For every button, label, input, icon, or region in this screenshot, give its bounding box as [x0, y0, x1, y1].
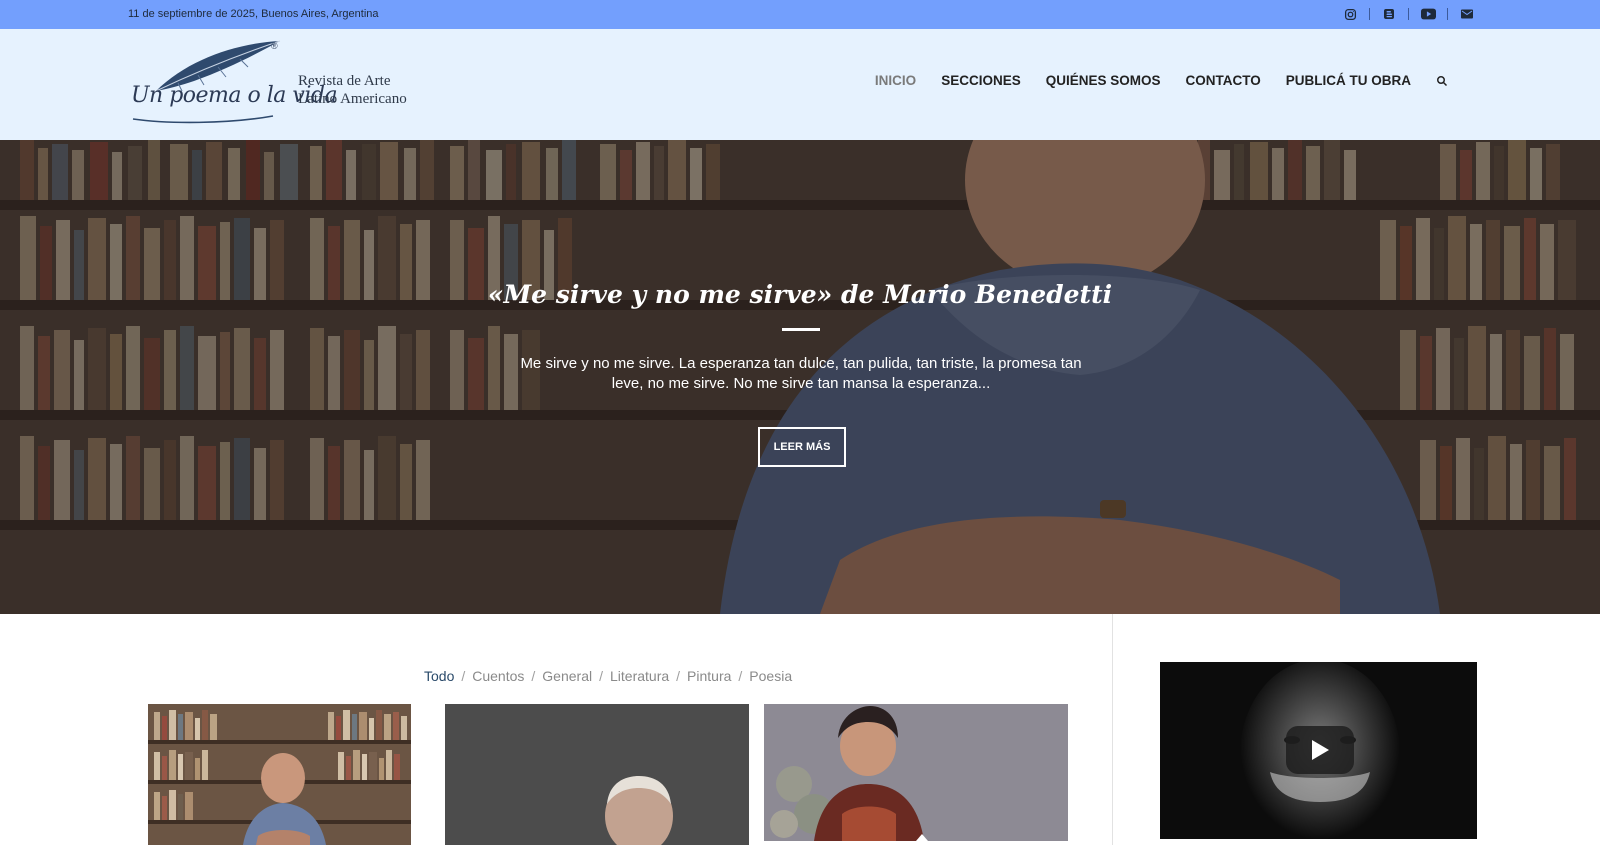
- divider: [1408, 8, 1409, 20]
- sidebar-video[interactable]: [1160, 662, 1477, 839]
- nav-item-inicio[interactable]: INICIO: [875, 73, 916, 88]
- tagline-line1: Revista de Arte: [298, 73, 391, 89]
- nav-item-contacto[interactable]: CONTACTO: [1186, 73, 1261, 88]
- filter-literatura[interactable]: Literatura: [610, 668, 669, 684]
- date-location: 11 de septiembre de 2025, Buenos Aires, …: [128, 8, 379, 20]
- post-card-image[interactable]: [764, 704, 1068, 841]
- nav-item-quienes-somos[interactable]: QUIÉNES SOMOS: [1046, 73, 1161, 88]
- post-thumbnail: [445, 704, 749, 845]
- play-icon[interactable]: [1286, 726, 1354, 774]
- post-card-image[interactable]: [148, 704, 411, 845]
- mail-icon[interactable]: [1459, 6, 1475, 22]
- divider: [1447, 8, 1448, 20]
- search-icon[interactable]: [1436, 74, 1450, 88]
- blog-icon[interactable]: [1381, 6, 1397, 22]
- filter-separator: /: [531, 668, 536, 684]
- sidebar-divider: [1112, 614, 1113, 845]
- logo-tagline: Revista de Arte Latino Americano: [298, 72, 407, 108]
- category-filter: Todo / Cuentos / General / Literatura / …: [424, 668, 792, 684]
- filter-general[interactable]: General: [542, 668, 592, 684]
- tagline-line2: Latino Americano: [298, 91, 407, 107]
- social-links: [1342, 6, 1475, 22]
- hero-title-divider: [782, 328, 820, 331]
- post-card-image[interactable]: [445, 704, 749, 845]
- post-thumbnail: [764, 704, 1068, 841]
- hero-excerpt: Me sirve y no me sirve. La esperanza tan…: [520, 355, 1082, 392]
- youtube-icon[interactable]: [1420, 6, 1436, 22]
- nav-item-secciones[interactable]: SECCIONES: [941, 73, 1021, 88]
- main-nav: INICIO SECCIONES QUIÉNES SOMOS CONTACTO …: [850, 73, 1450, 88]
- filter-separator: /: [676, 668, 681, 684]
- filter-pintura[interactable]: Pintura: [687, 668, 731, 684]
- logo-swash: [132, 115, 274, 124]
- filter-separator: /: [461, 668, 466, 684]
- post-thumbnail: [148, 704, 411, 845]
- main-content: Todo / Cuentos / General / Literatura / …: [0, 614, 1600, 845]
- site-logo[interactable]: ® Un poema o la vida Revista de Arte Lat…: [128, 39, 428, 131]
- top-bar: 11 de septiembre de 2025, Buenos Aires, …: [0, 0, 1600, 29]
- filter-cuentos[interactable]: Cuentos: [472, 668, 524, 684]
- hero-slider: «Me sirve y no me sirve» de Mario Benede…: [0, 140, 1600, 614]
- divider: [1369, 8, 1370, 20]
- hero-title[interactable]: «Me sirve y no me sirve» de Mario Benede…: [0, 280, 1600, 309]
- registered-mark: ®: [271, 41, 278, 51]
- instagram-icon[interactable]: [1342, 6, 1358, 22]
- filter-separator: /: [738, 668, 743, 684]
- filter-todo[interactable]: Todo: [424, 668, 454, 684]
- filter-separator: /: [599, 668, 603, 684]
- read-more-button[interactable]: LEER MÁS: [758, 427, 846, 467]
- site-header: ® Un poema o la vida Revista de Arte Lat…: [0, 29, 1600, 140]
- filter-poesia[interactable]: Poesia: [749, 668, 792, 684]
- nav-item-publica-tu-obra[interactable]: PUBLICÁ TU OBRA: [1286, 73, 1411, 88]
